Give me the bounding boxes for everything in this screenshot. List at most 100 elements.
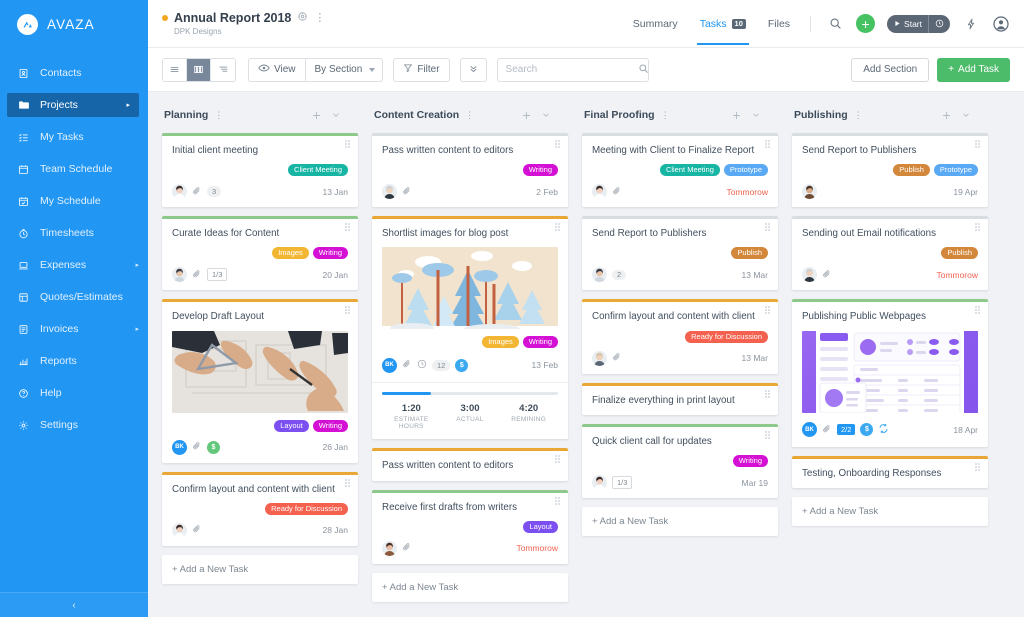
task-card[interactable]: Shortlist images for blog post Images Writ…	[372, 216, 568, 440]
attachment-icon[interactable]	[192, 269, 202, 281]
sidebar-item-invoices[interactable]: Invoices ▸	[0, 317, 148, 341]
column-add-task-icon[interactable]	[521, 110, 532, 121]
drag-handle[interactable]	[555, 140, 561, 148]
tab-files[interactable]: Files	[757, 2, 801, 45]
column-add-task-icon[interactable]	[731, 110, 742, 121]
sidebar-item-reports[interactable]: Reports	[0, 349, 148, 373]
drag-handle[interactable]	[765, 223, 771, 232]
drag-handle[interactable]	[345, 140, 351, 148]
drag-handle[interactable]	[345, 223, 351, 232]
tab-tasks[interactable]: Tasks 10	[689, 2, 757, 45]
task-card[interactable]: Finalize everything in print layout	[582, 382, 778, 415]
task-tag[interactable]: Writing	[312, 247, 348, 260]
task-card[interactable]: Sending out Email notifications Publish To…	[792, 216, 988, 291]
attachment-icon[interactable]	[192, 524, 202, 536]
sidebar-item-help[interactable]: Help	[0, 381, 148, 405]
column-collapse-icon[interactable]	[541, 110, 551, 120]
add-new-task-button[interactable]: + Add a New Task	[792, 496, 988, 526]
sidebar-item-my-tasks[interactable]: My Tasks	[0, 125, 148, 149]
sidebar-item-quotes-estimates[interactable]: Quotes/Estimates	[0, 285, 148, 309]
outline-view-icon[interactable]	[211, 58, 235, 81]
attachment-icon[interactable]	[822, 424, 832, 436]
task-card[interactable]: Meeting with Client to Finalize Report Cl…	[582, 133, 778, 208]
project-more-menu[interactable]: ⋮	[314, 13, 325, 24]
assignee-avatar[interactable]: BK	[382, 357, 397, 373]
task-tag[interactable]: Client Meeting	[288, 164, 348, 177]
sidebar-collapse-button[interactable]: ‹	[0, 592, 148, 617]
drag-handle[interactable]	[975, 140, 981, 148]
assignee-avatar[interactable]	[172, 522, 187, 538]
search-box[interactable]	[496, 57, 649, 82]
tab-summary[interactable]: Summary	[622, 2, 689, 45]
assignee-avatar[interactable]	[802, 267, 817, 283]
assignee-avatar[interactable]	[172, 267, 187, 283]
drag-handle[interactable]	[765, 140, 771, 148]
task-tag[interactable]: Writing	[522, 164, 558, 177]
column-collapse-icon[interactable]	[751, 110, 761, 120]
attachment-icon[interactable]	[402, 542, 412, 554]
task-card[interactable]: Pass written content to editors Writing 2 …	[372, 133, 568, 208]
attachment-icon[interactable]	[612, 186, 622, 198]
assignee-avatar[interactable]: BK	[172, 439, 187, 455]
clock-icon[interactable]	[929, 19, 950, 28]
add-new-task-button[interactable]: + Add a New Task	[582, 507, 778, 537]
task-card[interactable]: Receive first drafts from writers Layout T…	[372, 489, 568, 564]
task-card[interactable]: Confirm layout and content with client Re…	[582, 299, 778, 374]
column-more-menu[interactable]: ⋮	[465, 110, 474, 121]
task-card[interactable]: Pass written content to editors	[372, 448, 568, 481]
start-timer-button[interactable]: Start	[887, 14, 950, 33]
task-tag[interactable]: Writing	[732, 455, 768, 468]
column-collapse-icon[interactable]	[331, 110, 341, 120]
column-more-menu[interactable]: ⋮	[854, 110, 863, 121]
column-drag-handle[interactable]	[980, 111, 986, 119]
attachment-icon[interactable]	[612, 352, 622, 364]
attachment-icon[interactable]	[402, 359, 412, 371]
app-logo[interactable]: AVAZA	[0, 0, 148, 48]
task-card[interactable]: Send Report to Publishers Publish Prototyp…	[792, 133, 988, 208]
attachment-icon[interactable]	[402, 186, 412, 198]
assignee-avatar[interactable]	[382, 540, 397, 556]
column-more-menu[interactable]: ⋮	[214, 110, 223, 121]
sidebar-item-settings[interactable]: Settings	[0, 413, 148, 437]
task-tag[interactable]: Layout	[523, 520, 558, 533]
task-card[interactable]: Testing, Onboarding Responses	[792, 455, 988, 488]
drag-handle[interactable]	[345, 306, 351, 315]
attachment-icon[interactable]	[192, 186, 202, 198]
add-task-button[interactable]: + Add Task	[937, 57, 1010, 82]
task-tag[interactable]: Layout	[274, 419, 309, 432]
user-avatar-icon[interactable]	[992, 15, 1010, 33]
task-tag[interactable]: Ready for Discussion	[685, 330, 768, 343]
task-tag[interactable]: Writing	[312, 419, 348, 432]
expand-more-button[interactable]	[459, 57, 487, 82]
task-tag[interactable]: Images	[482, 336, 519, 349]
drag-handle[interactable]	[975, 462, 981, 471]
sidebar-item-timesheets[interactable]: Timesheets	[0, 221, 148, 245]
task-tag[interactable]: Publish	[731, 247, 768, 260]
assignee-avatar[interactable]	[592, 475, 607, 491]
search-icon[interactable]	[638, 61, 649, 79]
column-drag-handle[interactable]	[560, 111, 566, 119]
drag-handle[interactable]	[975, 223, 981, 232]
sidebar-item-team-schedule[interactable]: Team Schedule	[0, 157, 148, 181]
sidebar-item-contacts[interactable]: Contacts	[0, 61, 148, 85]
task-tag[interactable]: Publish	[893, 164, 930, 177]
column-add-task-icon[interactable]	[311, 110, 322, 121]
search-icon[interactable]	[825, 14, 845, 34]
task-tag[interactable]: Ready for Discussion	[265, 502, 348, 515]
drag-handle[interactable]	[345, 478, 351, 487]
task-tag[interactable]: Publish	[941, 247, 978, 260]
column-drag-handle[interactable]	[770, 111, 776, 119]
assignee-avatar[interactable]: BK	[802, 422, 817, 438]
task-tag[interactable]: Prototype	[933, 164, 978, 177]
task-card[interactable]: Send Report to Publishers Publish 2 13 Mar	[582, 216, 778, 291]
list-view-icon[interactable]	[163, 58, 187, 81]
add-new-task-button[interactable]: + Add a New Task	[372, 572, 568, 602]
task-tag[interactable]: Images	[272, 247, 309, 260]
drag-handle[interactable]	[555, 223, 561, 232]
sidebar-item-my-schedule[interactable]: My Schedule	[0, 189, 148, 213]
task-tag[interactable]: Client Meeting	[659, 164, 720, 177]
drag-handle[interactable]	[765, 306, 771, 315]
assignee-avatar[interactable]	[592, 350, 607, 366]
board-view-icon[interactable]	[187, 58, 211, 81]
task-card[interactable]: Confirm layout and content with client Re…	[162, 471, 358, 546]
